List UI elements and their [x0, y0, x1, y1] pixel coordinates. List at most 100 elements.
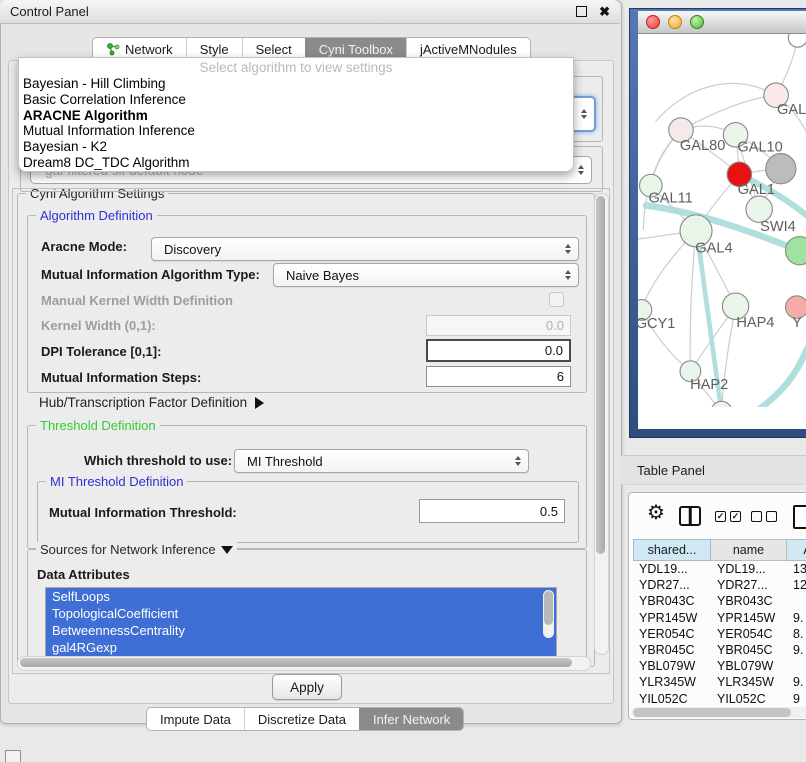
- cell[interactable]: YBR045C: [711, 642, 787, 658]
- float-window-icon[interactable]: [576, 6, 587, 17]
- cell[interactable]: YLR345W: [711, 674, 787, 690]
- popup-item[interactable]: Dream8 DC_TDC Algorithm: [23, 155, 569, 171]
- popup-item[interactable]: Mutual Information Inference: [23, 123, 569, 139]
- minimize-traffic-light-icon[interactable]: [668, 15, 682, 29]
- popup-item[interactable]: Basic Correlation Inference: [23, 92, 569, 108]
- settings-vertical-scrollbar[interactable]: [594, 193, 609, 655]
- popup-item[interactable]: Bayesian - Hill Climbing: [23, 76, 569, 92]
- attribute-item[interactable]: BetweennessCentrality: [46, 622, 556, 639]
- cell[interactable]: 13: [787, 561, 806, 577]
- cell[interactable]: 9.: [787, 610, 806, 626]
- tab-infer-network-label: Infer Network: [373, 712, 450, 727]
- zoom-traffic-light-icon[interactable]: [690, 15, 704, 29]
- cell[interactable]: 9.: [787, 674, 806, 690]
- mi-type-combo[interactable]: Naive Bayes: [273, 263, 579, 287]
- cell[interactable]: 9: [787, 691, 806, 707]
- node-label: HAP4: [736, 315, 774, 331]
- dpi-tolerance-field[interactable]: 0.0: [426, 339, 571, 362]
- hub-definition-expander[interactable]: Hub/Transcription Factor Definition: [39, 395, 264, 410]
- mi-threshold-field[interactable]: 0.5: [419, 499, 565, 523]
- control-panel-titlebar: Control Panel ✖: [0, 0, 620, 24]
- cell[interactable]: YPR145W: [633, 610, 711, 626]
- aracne-mode-value: Discovery: [164, 242, 221, 257]
- cell[interactable]: YIL052C: [711, 691, 787, 707]
- attribute-item[interactable]: SelfLoops: [46, 588, 556, 605]
- node-green-right[interactable]: [786, 237, 806, 265]
- network-window-titlebar[interactable]: [638, 11, 806, 34]
- table-row[interactable]: YBL079W YBL079W: [633, 658, 806, 674]
- cell[interactable]: YBR045C: [633, 642, 711, 658]
- close-icon[interactable]: ✖: [599, 5, 610, 18]
- cell[interactable]: YBR043C: [633, 593, 711, 609]
- cell[interactable]: YLR345W: [633, 674, 711, 690]
- cell[interactable]: [787, 658, 806, 674]
- sources-title[interactable]: Sources for Network Inference: [36, 542, 237, 557]
- attribute-list-scrollbar[interactable]: [543, 590, 554, 638]
- tab-discretize-data[interactable]: Discretize Data: [244, 708, 359, 730]
- node[interactable]: [788, 34, 806, 47]
- tab-jactivemnodules-label: jActiveMNodules: [420, 42, 517, 57]
- cell[interactable]: [787, 593, 806, 609]
- table-row[interactable]: YBR045C YBR045C 9.: [633, 642, 806, 658]
- cell[interactable]: 8.: [787, 626, 806, 642]
- cell[interactable]: 9.: [787, 642, 806, 658]
- settings-scrollpane: Cyni Algorithm Settings Algorithm Defini…: [12, 188, 610, 674]
- cell[interactable]: YIL052C: [633, 691, 711, 707]
- attribute-item[interactable]: TopologicalCoefficient: [46, 605, 556, 622]
- popup-item[interactable]: Bayesian - K2: [23, 139, 569, 155]
- table-row[interactable]: YER054C YER054C 8.: [633, 626, 806, 642]
- node-gray[interactable]: [766, 154, 796, 184]
- kernel-width-field[interactable]: 0.0: [426, 315, 571, 336]
- cell[interactable]: YDL19...: [633, 561, 711, 577]
- panel-toggle-icon[interactable]: [5, 750, 21, 762]
- column-header-name[interactable]: name: [711, 539, 787, 561]
- column-header-shared[interactable]: shared...: [633, 539, 711, 561]
- cell[interactable]: YER054C: [633, 626, 711, 642]
- column-header-partial[interactable]: A: [787, 539, 806, 561]
- table-row[interactable]: YIL052C YIL052C 9: [633, 691, 806, 707]
- table-panel-titlebar: Table Panel: [620, 455, 806, 485]
- algorithm-definition-title: Algorithm Definition: [36, 208, 157, 223]
- mi-steps-field[interactable]: 6: [426, 366, 571, 387]
- table-horizontal-scrollbar[interactable]: [631, 707, 806, 718]
- tab-impute-data[interactable]: Impute Data: [147, 708, 244, 730]
- cell[interactable]: YER054C: [711, 626, 787, 642]
- table-row[interactable]: YPR145W YPR145W 9.: [633, 610, 806, 626]
- node-label: HAP2: [690, 377, 728, 393]
- tab-infer-network[interactable]: Infer Network: [359, 708, 463, 730]
- network-canvas[interactable]: GAL80 GAL10 GAL1 GAL11 GAL4 SWI4 GCY1 HA…: [638, 34, 806, 407]
- cell[interactable]: YBL079W: [711, 658, 787, 674]
- apply-button[interactable]: Apply: [272, 674, 342, 700]
- split-column-icon[interactable]: [679, 506, 701, 526]
- attribute-item[interactable]: gal4RGexp: [46, 639, 556, 656]
- document-icon[interactable]: [793, 505, 806, 529]
- gear-icon[interactable]: ⚙: [647, 503, 665, 523]
- table-row[interactable]: YDR27... YDR27... 12: [633, 577, 806, 593]
- table-row[interactable]: YBR043C YBR043C: [633, 593, 806, 609]
- cell[interactable]: YDL19...: [711, 561, 787, 577]
- checked-checkbox-icon[interactable]: ✓: [715, 511, 726, 522]
- aracne-mode-combo[interactable]: Discovery: [151, 237, 579, 261]
- checked-checkbox-icon[interactable]: ✓: [730, 511, 741, 522]
- teal-edges: [646, 177, 806, 407]
- cell[interactable]: YPR145W: [711, 610, 787, 626]
- settings-horizontal-scrollbar[interactable]: [17, 656, 591, 671]
- node-label: GAL11: [648, 191, 692, 207]
- cell[interactable]: YBL079W: [633, 658, 711, 674]
- cell[interactable]: YBR043C: [711, 593, 787, 609]
- unchecked-checkbox-icon[interactable]: [751, 511, 762, 522]
- cell[interactable]: YDR27...: [633, 577, 711, 593]
- popup-item-highlighted[interactable]: ARACNE Algorithm: [23, 108, 569, 124]
- table-row[interactable]: YDL19... YDL19... 13: [633, 561, 806, 577]
- close-traffic-light-icon[interactable]: [646, 15, 660, 29]
- apply-button-label: Apply: [290, 680, 324, 695]
- unchecked-checkbox-icon[interactable]: [766, 511, 777, 522]
- manual-kernel-checkbox[interactable]: [549, 292, 564, 307]
- combo-arrows-icon: [581, 109, 587, 119]
- table-row[interactable]: YLR345W YLR345W 9.: [633, 674, 806, 690]
- combo-arrows-icon: [515, 456, 521, 466]
- cell[interactable]: YDR27...: [711, 577, 787, 593]
- node-label: GAL80: [680, 138, 725, 154]
- which-threshold-combo[interactable]: MI Threshold: [234, 449, 529, 473]
- cell[interactable]: 12: [787, 577, 806, 593]
